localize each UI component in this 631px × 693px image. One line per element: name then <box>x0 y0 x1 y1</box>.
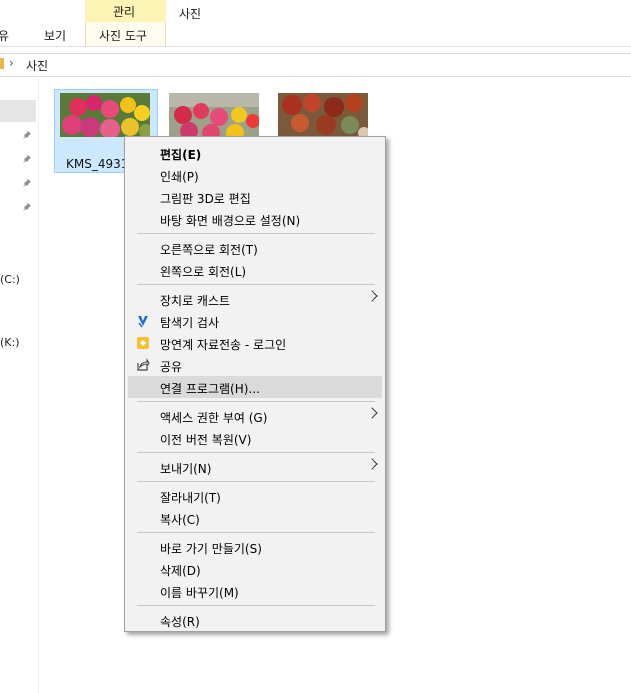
pin-icon <box>23 155 31 163</box>
menu-item-label: 잘라내기(T) <box>160 491 221 505</box>
menu-item-label: 오른쪽으로 회전(T) <box>160 243 258 257</box>
thumbnail-flowers-2[interactable] <box>169 93 259 137</box>
menu-item[interactable]: 바로 가기 만들기(S) <box>128 536 382 558</box>
drive-c[interactable]: (C:) <box>0 273 20 286</box>
menu-item-label: 보내기(N) <box>160 462 212 476</box>
menu-separator <box>137 481 375 482</box>
menu-item[interactable]: 속성(R) <box>128 609 382 631</box>
pin-icon <box>23 179 31 187</box>
menu-item-label: 속성(R) <box>160 615 200 629</box>
menu-item[interactable]: 망연계 자료전송 - 로그인 <box>128 332 382 354</box>
thumbnail-maple[interactable] <box>278 93 368 137</box>
menu-item-label: 장치로 캐스트 <box>160 294 231 308</box>
menu-separator <box>137 605 375 606</box>
menu-item[interactable]: 복사(C) <box>128 507 382 529</box>
menu-item-label: 왼쪽으로 회전(L) <box>160 265 247 279</box>
menu-item[interactable]: 왼쪽으로 회전(L) <box>128 259 382 281</box>
navigation-pane: (C:) (K:) <box>0 76 39 693</box>
tab-manage[interactable]: 관리 <box>113 3 135 20</box>
tab-view[interactable]: 보기 <box>44 27 66 44</box>
menu-item[interactable]: 편집(E) <box>128 142 382 164</box>
menu-item-label: 망연계 자료전송 - 로그인 <box>160 338 287 352</box>
tab-share[interactable]: 유 <box>0 27 9 44</box>
chevron-right-icon[interactable]: › <box>9 56 14 70</box>
transfer-icon <box>136 336 150 350</box>
chevron-right-icon <box>366 458 378 470</box>
menu-item-label: 삭제(D) <box>160 564 201 578</box>
chevron-right-icon <box>366 290 378 302</box>
menu-item-label: 탐색기 검사 <box>160 316 220 330</box>
menu-item[interactable]: 삭제(D) <box>128 558 382 580</box>
menu-item[interactable]: 오른쪽으로 회전(T) <box>128 237 382 259</box>
menu-item-label: 공유 <box>160 360 183 374</box>
folder-icon <box>0 58 4 69</box>
menu-item[interactable]: 공유 <box>128 354 382 376</box>
ribbon-divider <box>0 46 631 47</box>
menu-item-label: 편집(E) <box>160 148 202 162</box>
menu-item[interactable]: 바탕 화면 배경으로 설정(N) <box>128 208 382 230</box>
menu-item[interactable]: 연결 프로그램(H)... <box>128 376 382 398</box>
address-bar[interactable]: › 사진 <box>0 53 631 77</box>
menu-item[interactable]: 인쇄(P) <box>128 164 382 186</box>
ribbon: 유 보기 사진 도구 관리 사진 <box>0 0 631 47</box>
share-icon <box>136 358 150 372</box>
menu-item-label: 이름 바꾸기(M) <box>160 586 239 600</box>
pin-icon <box>23 203 31 211</box>
menu-item[interactable]: 보내기(N) <box>128 456 382 478</box>
menu-item[interactable]: 탐색기 검사 <box>128 310 382 332</box>
thumbnail-flowers-1[interactable] <box>60 93 150 137</box>
menu-item[interactable]: 액세스 권한 부여 (G) <box>128 405 382 427</box>
tab-picture-tools[interactable]: 사진 도구 <box>99 27 147 44</box>
menu-item-label: 복사(C) <box>160 513 200 527</box>
pin-icon <box>23 131 31 139</box>
menu-item-label: 인쇄(P) <box>160 170 199 184</box>
menu-separator <box>137 401 375 402</box>
menu-item[interactable]: 이름 바꾸기(M) <box>128 580 382 602</box>
file-name-label[interactable]: KMS_4931 <box>66 157 128 171</box>
menu-separator <box>137 233 375 234</box>
menu-item-label: 바탕 화면 배경으로 설정(N) <box>160 214 301 228</box>
menu-item[interactable]: 잘라내기(T) <box>128 485 382 507</box>
drive-k[interactable]: (K:) <box>0 336 20 349</box>
menu-item-label: 이전 버전 복원(V) <box>160 433 252 447</box>
chevron-right-icon <box>366 407 378 419</box>
menu-separator <box>137 284 375 285</box>
breadcrumb-pictures[interactable]: 사진 <box>26 57 48 74</box>
menu-item[interactable]: 그림판 3D로 편집 <box>128 186 382 208</box>
menu-separator <box>137 452 375 453</box>
menu-item-label: 액세스 권한 부여 (G) <box>160 411 268 425</box>
defender-icon <box>136 314 150 328</box>
menu-item-label: 그림판 3D로 편집 <box>160 192 251 206</box>
menu-item[interactable]: 이전 버전 복원(V) <box>128 427 382 449</box>
tab-pictures[interactable]: 사진 <box>179 5 201 22</box>
menu-item-label: 연결 프로그램(H)... <box>160 382 260 396</box>
context-menu: 편집(E) 인쇄(P) 그림판 3D로 편집바탕 화면 배경으로 설정(N) 오른쪽으… <box>124 136 386 632</box>
nav-selected-item[interactable] <box>0 100 36 122</box>
menu-item-label: 바로 가기 만들기(S) <box>160 542 262 556</box>
menu-item[interactable]: 장치로 캐스트 <box>128 288 382 310</box>
menu-separator <box>137 532 375 533</box>
